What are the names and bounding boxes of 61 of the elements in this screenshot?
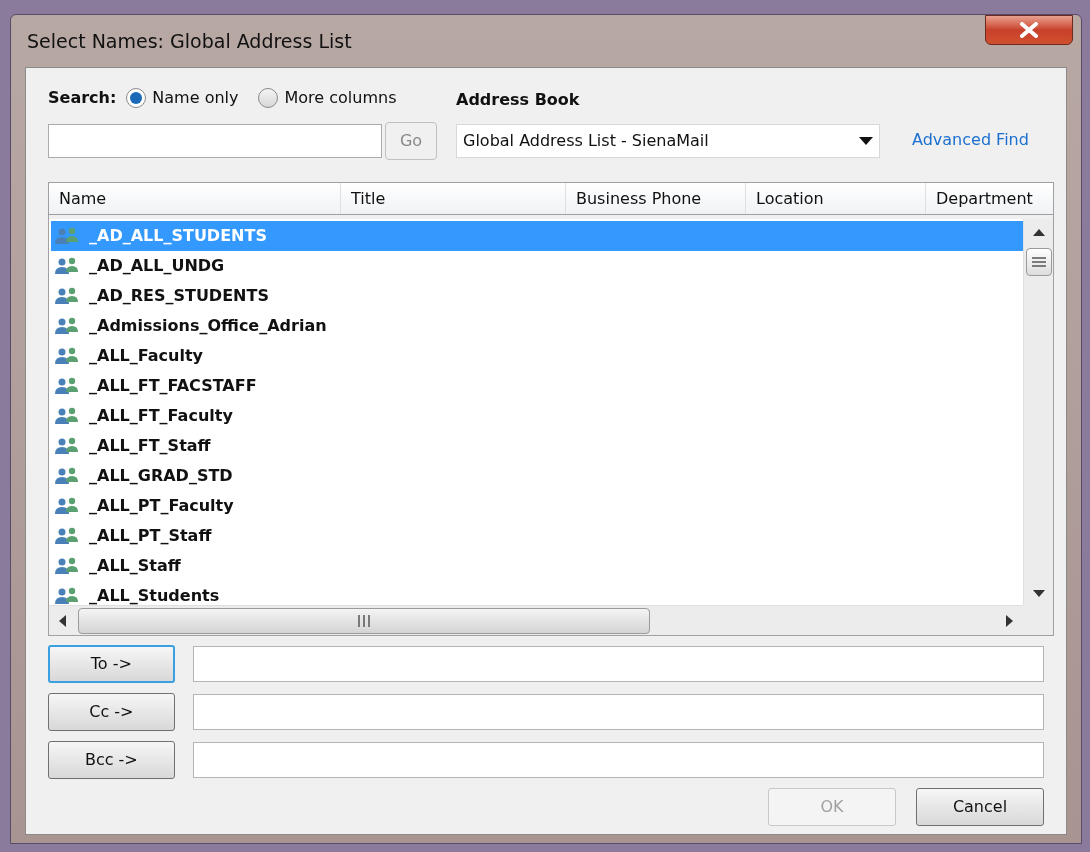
- dropdown-value: Global Address List - SienaMail: [463, 130, 709, 152]
- list-row[interactable]: _ALL_Students: [51, 581, 1023, 605]
- grip-icon: [1031, 257, 1046, 267]
- search-label: Search:: [48, 87, 117, 109]
- scrollbar-thumb[interactable]: [78, 607, 650, 634]
- people-icon: [55, 287, 79, 305]
- list-row[interactable]: _Admissions_Office_Adrian: [51, 311, 1023, 341]
- people-icon: [55, 317, 79, 335]
- radio-button[interactable]: [258, 88, 279, 108]
- recipient-button[interactable]: To ->: [48, 645, 175, 683]
- dropdown-caret-icon: [859, 137, 873, 145]
- list-row[interactable]: _ALL_FT_FACSTAFF: [51, 371, 1023, 401]
- people-icon: [55, 587, 79, 605]
- list-row[interactable]: _ALL_PT_Staff: [51, 521, 1023, 551]
- list-row[interactable]: _ALL_FT_Staff: [51, 431, 1023, 461]
- people-icon: [55, 437, 79, 455]
- address-book-label: Address Book: [456, 89, 581, 111]
- column-header[interactable]: Department: [926, 183, 1053, 214]
- column-header[interactable]: Name: [49, 183, 341, 214]
- scrollbar-thumb[interactable]: [1025, 248, 1052, 276]
- people-icon: [55, 407, 79, 425]
- recipient-field[interactable]: [192, 694, 1044, 730]
- advanced-find-link[interactable]: Advanced Find: [912, 128, 1029, 152]
- recipient-field[interactable]: [192, 646, 1044, 682]
- people-icon: [55, 527, 79, 545]
- people-icon: [55, 497, 79, 515]
- horizontal-scrollbar[interactable]: [49, 605, 1023, 635]
- recipient-button[interactable]: Cc ->: [48, 693, 175, 731]
- window-title: Select Names: Global Address List: [27, 28, 352, 54]
- radio-button[interactable]: [126, 88, 147, 108]
- radio-label[interactable]: More columns: [284, 86, 397, 110]
- grip-icon: [358, 614, 370, 627]
- people-icon: [55, 347, 79, 365]
- people-icon: [55, 467, 79, 485]
- vertical-scrollbar[interactable]: [1023, 219, 1053, 605]
- column-header[interactable]: Title: [341, 183, 566, 214]
- list-row[interactable]: _ALL_FT_Faculty: [51, 401, 1023, 431]
- recipient-field[interactable]: [192, 742, 1044, 778]
- column-header[interactable]: Business Phone: [566, 183, 746, 214]
- list-row[interactable]: _ALL_Faculty: [51, 341, 1023, 371]
- recipient-button[interactable]: Bcc ->: [48, 741, 175, 779]
- radio-label[interactable]: Name only: [152, 86, 239, 110]
- close-button[interactable]: [985, 15, 1073, 45]
- people-icon: [55, 257, 79, 275]
- scroll-up-icon[interactable]: [1032, 229, 1045, 236]
- close-icon: [1019, 22, 1039, 38]
- address-book-dropdown[interactable]: Global Address List - SienaMail: [456, 124, 880, 158]
- scroll-down-icon[interactable]: [1032, 590, 1045, 597]
- list-row[interactable]: _ALL_Staff: [51, 551, 1023, 581]
- people-icon: [55, 557, 79, 575]
- list-row[interactable]: _AD_ALL_UNDG: [51, 251, 1023, 281]
- list-row[interactable]: _ALL_PT_Faculty: [51, 491, 1023, 521]
- list-row[interactable]: _ALL_GRAD_STD: [51, 461, 1023, 491]
- column-header[interactable]: Location: [746, 183, 926, 214]
- people-icon: [55, 377, 79, 395]
- scroll-left-icon[interactable]: [59, 614, 66, 627]
- scroll-right-icon[interactable]: [1006, 614, 1013, 627]
- people-icon: [55, 227, 79, 245]
- list-row[interactable]: _AD_RES_STUDENTS: [51, 281, 1023, 311]
- dialog-button[interactable]: Cancel: [916, 788, 1044, 826]
- search-field[interactable]: [48, 124, 382, 158]
